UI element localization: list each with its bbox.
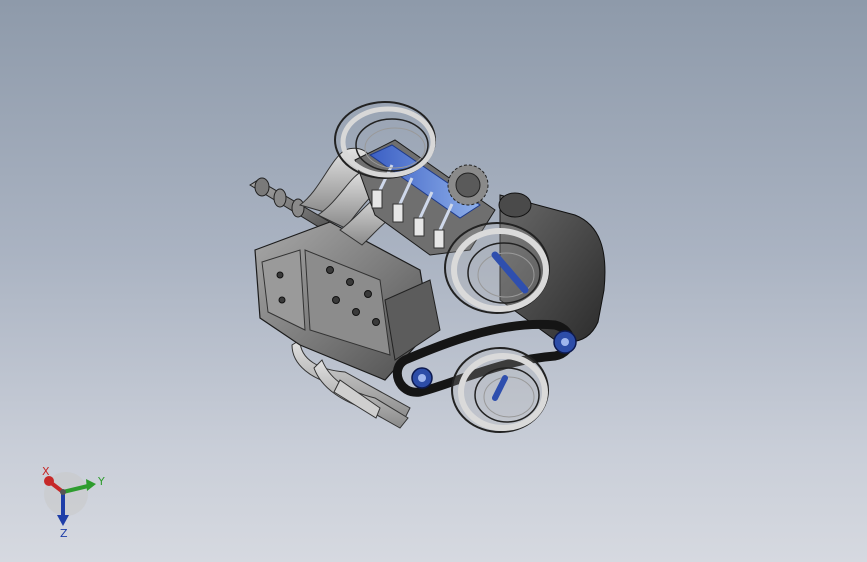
orientation-triad[interactable]: X Y Z: [30, 462, 110, 542]
y-axis-label: Y: [98, 475, 105, 488]
graphics-viewport[interactable]: X Y Z: [0, 0, 867, 562]
top-bearing[interactable]: [334, 101, 436, 179]
bottom-bearing[interactable]: [451, 347, 549, 433]
z-axis-label: Z: [60, 527, 68, 540]
mid-bearing[interactable]: [444, 222, 550, 314]
x-axis-label: X: [42, 465, 50, 478]
engine-model[interactable]: [0, 0, 867, 562]
cam-sprocket[interactable]: [447, 164, 489, 206]
